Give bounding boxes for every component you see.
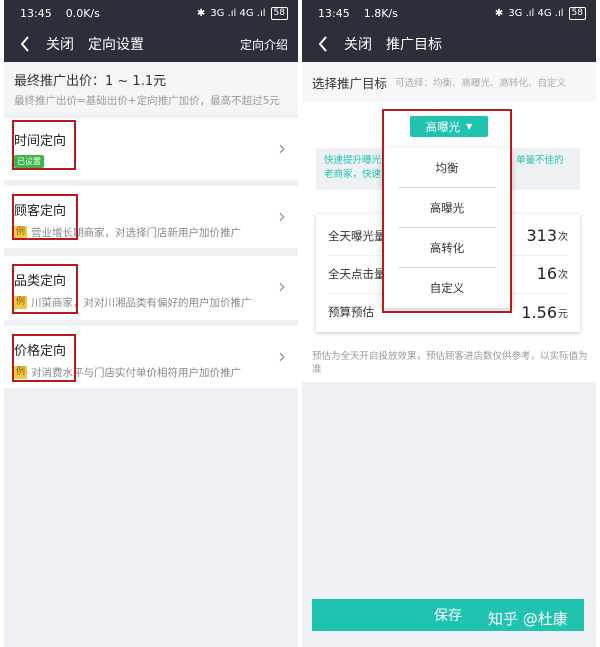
watermark: 知乎 @杜康 — [488, 610, 568, 628]
stat-label: 全天曝光量 — [328, 228, 386, 243]
highlight-box — [12, 264, 78, 314]
status-bar: 13:45 0.0K/s ✱ 3G .ıl 4G .ıl 58 — [4, 0, 298, 26]
close-button[interactable]: 关闭 — [344, 34, 372, 54]
nav-bar: 关闭 推广目标 — [302, 26, 596, 62]
status-speed: 0.0K/s — [65, 6, 100, 20]
stat-label: 预算预估 — [328, 305, 374, 319]
status-speed: 1.8K/s — [363, 6, 398, 20]
chevron-right-icon: › — [278, 136, 286, 160]
battery-icon: 58 — [270, 6, 288, 20]
back-arrow-icon[interactable] — [312, 33, 334, 55]
goal-selector-bar: 选择推广目标 可选择：均衡、高曝光、高转化、自定义 — [302, 62, 596, 102]
status-time: 13:45 — [318, 6, 350, 20]
goal-label: 选择推广目标 — [312, 75, 388, 91]
tip-line-1-end: 单量不佳的 — [516, 155, 564, 166]
page-title: 推广目标 — [386, 37, 442, 53]
stat-unit: 次 — [558, 270, 568, 281]
stat-unit: 次 — [558, 232, 568, 243]
final-bid-subtitle: 最终推广出价=基础出价+定向推广加价，最高不超过5元 — [14, 95, 280, 107]
status-bar: 13:45 1.8K/s ✱ 3G .ıl 4G .ıl 58 — [302, 0, 596, 26]
close-button[interactable]: 关闭 — [46, 34, 74, 54]
chevron-right-icon: › — [278, 274, 286, 298]
battery-icon: 58 — [568, 6, 586, 20]
left-screen: 13:45 0.0K/s ✱ 3G .ıl 4G .ıl 58 关闭 定向设置 … — [4, 0, 298, 647]
final-bid-title: 最终推广出价：1 ~ 1.1元 — [14, 74, 167, 89]
targeting-intro-link[interactable]: 定向介绍 — [240, 36, 288, 53]
final-bid-section: 最终推广出价：1 ~ 1.1元 最终推广出价=基础出价+定向推广加价，最高不超过… — [4, 62, 298, 114]
back-arrow-icon[interactable] — [14, 33, 36, 55]
stat-unit: 元 — [558, 308, 568, 320]
signal-icon: 3G .ıl 4G .ıl — [210, 7, 266, 19]
estimate-note: 预估为全天开启投放效果，预估顾客进店数仅供参考，以实际值为准 — [312, 351, 588, 375]
page-title: 定向设置 — [88, 37, 144, 53]
bluetooth-icon: ✱ — [494, 7, 504, 19]
right-screen: 13:45 1.8K/s ✱ 3G .ıl 4G .ıl 58 关闭 推广目标 … — [302, 0, 596, 647]
nav-bar: 关闭 定向设置 定向介绍 — [4, 26, 298, 62]
stat-value: 16 — [536, 264, 557, 283]
stat-label: 全天点击量 — [328, 266, 386, 281]
goal-hint: 可选择：均衡、高曝光、高转化、自定义 — [395, 78, 567, 89]
highlight-box — [382, 109, 512, 313]
highlight-box — [12, 194, 78, 240]
signal-icon: 3G .ıl 4G .ıl — [508, 7, 564, 19]
stat-value: 1.56 — [521, 302, 557, 322]
highlight-box — [12, 334, 76, 382]
chevron-right-icon: › — [278, 204, 286, 228]
status-time: 13:45 — [20, 6, 52, 20]
bluetooth-icon: ✱ — [196, 7, 206, 19]
stat-value: 313 — [526, 226, 557, 245]
chevron-right-icon: › — [278, 344, 286, 368]
highlight-box — [12, 120, 76, 170]
